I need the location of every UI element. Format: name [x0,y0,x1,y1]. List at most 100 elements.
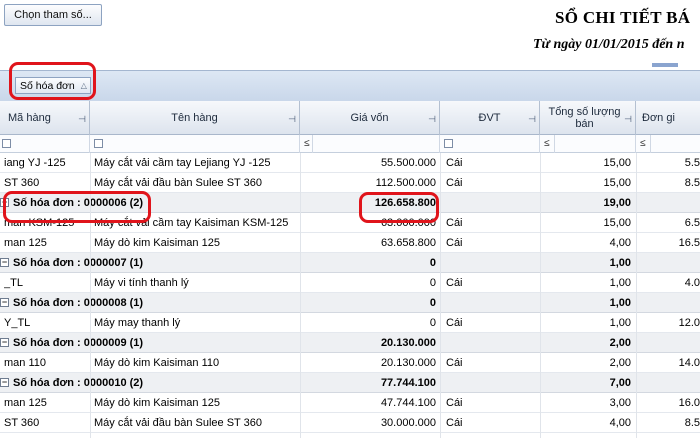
cell-gia-von: 47.744.100 [380,397,436,409]
column-header-tong-so-luong-ban[interactable]: Tổng số lượng bán ⊣ [540,101,636,135]
cell-ma-hang: ST 360 [4,177,40,189]
table-row[interactable]: man 125 Máy dò kim Kaisiman 125 63.658.8… [0,233,700,253]
filter-cell-gia-von[interactable]: ≤ [300,135,440,153]
group-total-so-luong: 1,00 [609,257,631,269]
cell-so-luong: 1,00 [609,277,631,289]
cell-ma-hang: ST 360 [4,417,40,429]
collapse-icon[interactable]: − [0,258,9,267]
cell-don-gia: 12.0 [678,317,700,329]
group-total-gia-von: 0 [429,257,436,269]
cell-dvt: Cái [446,217,463,229]
cell-gia-von: 55.500.000 [380,157,436,169]
group-row[interactable]: − Số hóa đơn : 0000008 (1) 0 1,00 [0,293,700,313]
cell-gia-von: 30.000.000 [380,417,436,429]
collapse-icon[interactable]: − [0,298,9,307]
cell-ma-hang: Y_TL [4,317,31,329]
group-total-gia-von: 77.744.100 [380,377,436,389]
column-header-label: Giá vốn [350,112,389,124]
column-header-gia-von[interactable]: Giá vốn ⊣ [300,101,440,135]
cell-gia-von: 0 [429,317,436,329]
collapse-icon[interactable]: − [0,378,9,387]
column-header-label: Tổng số lượng bán [548,106,621,130]
cell-don-gia: 8.5 [684,417,700,429]
cell-dvt: Cái [446,317,463,329]
cell-ma-hang: man 125 [4,237,47,249]
filter-operator[interactable]: ≤ [544,138,550,149]
cell-gia-von: 0 [429,277,436,289]
cell-ten-hang: Máy dò kim Kaisiman 110 [94,357,220,369]
group-by-panel [0,70,700,101]
group-label: Số hóa đơn : 0000006 (2) [13,197,144,209]
choose-params-button[interactable]: Chọn tham số... [4,4,102,26]
cell-don-gia: 8.5 [684,177,700,189]
group-label: Số hóa đơn : 0000008 (1) [13,297,144,309]
cell-gia-von: 20.130.000 [380,357,436,369]
table-row[interactable]: iang YJ -125 Máy cắt vải cầm tay Lejiang… [0,153,700,173]
group-label: Số hóa đơn : 0000010 (2) [13,377,144,389]
cell-so-luong: 3,00 [609,397,631,409]
filter-cell-ten-hang[interactable] [90,135,300,153]
cell-don-gia: 5.5 [684,157,700,169]
cell-gia-von: 63.658.800 [380,237,436,249]
column-header-dvt[interactable]: ĐVT ⊣ [440,101,540,135]
column-header-label: Đơn gi [642,112,675,124]
pin-icon[interactable]: ⊣ [624,113,632,125]
table-row[interactable]: ST 360 Máy cắt vải đầu bàn Sulee ST 360 … [0,173,700,193]
filter-edit-icon[interactable] [2,139,11,148]
cell-dvt: Cái [446,397,463,409]
group-total-gia-von: 20.130.000 [380,337,436,349]
group-row[interactable]: − Số hóa đơn : 0000010 (2) 77.744.100 7,… [0,373,700,393]
pin-icon[interactable]: ⊣ [428,113,436,125]
cell-dvt: Cái [446,277,463,289]
pin-icon[interactable]: ⊣ [288,113,296,125]
column-header-label: Mã hàng [8,112,51,124]
table-row[interactable]: man KSM-125 Máy cắt vải cầm tay Kaisiman… [0,213,700,233]
group-by-chip-invoice-number[interactable]: Số hóa đơn △ [15,77,91,94]
cell-gia-von: 63.000.000 [380,217,436,229]
group-total-so-luong: 7,00 [609,377,631,389]
table-row[interactable]: ST 360 Máy cắt vải đầu bàn Sulee ST 360 … [0,413,700,433]
horizontal-scroll-thumb[interactable] [652,63,678,67]
cell-don-gia: 16.0 [678,397,700,409]
table-row[interactable]: Y_TL Máy may thanh lý 0 Cái 1,00 12.0 [0,313,700,333]
cell-ten-hang: Máy cắt vải cầm tay Kaisiman KSM-125 [94,217,289,229]
cell-don-gia: 16.5 [678,237,700,249]
group-row[interactable]: − Số hóa đơn : 0000009 (1) 20.130.000 2,… [0,333,700,353]
filter-cell-dvt[interactable] [440,135,540,153]
table-row[interactable]: man 110 Máy dò kim Kaisiman 110 20.130.0… [0,353,700,373]
cell-ma-hang: man 125 [4,397,47,409]
cell-so-luong: 4,00 [609,237,631,249]
filter-operator[interactable]: ≤ [640,138,646,149]
group-row[interactable]: − Số hóa đơn : 0000007 (1) 0 1,00 [0,253,700,273]
collapse-icon[interactable]: − [0,338,9,347]
column-header-label: Tên hàng [171,112,218,124]
sort-ascending-icon: △ [80,81,87,90]
pin-icon[interactable]: ⊣ [78,113,86,125]
table-row[interactable]: _TL Máy vi tính thanh lý 0 Cái 1,00 4.0 [0,273,700,293]
filter-checkbox[interactable] [444,139,453,148]
column-header-don-gia[interactable]: Đơn gi [636,101,700,135]
cell-ten-hang: Máy cắt vải đầu bàn Sulee ST 360 [94,417,262,429]
filter-cell-ma-hang[interactable] [0,135,90,153]
group-total-so-luong: 1,00 [609,297,631,309]
grid-header-row: Mã hàng ⊣ Tên hàng ⊣ Giá vốn ⊣ ĐVT ⊣ Tổn… [0,101,700,135]
pin-icon[interactable]: ⊣ [528,113,536,125]
filter-cell-so-luong[interactable]: ≤ [540,135,636,153]
cell-dvt: Cái [446,157,463,169]
filter-checkbox[interactable] [94,139,103,148]
cell-dvt: Cái [446,237,463,249]
column-header-label: ĐVT [478,112,501,124]
filter-operator[interactable]: ≤ [304,138,310,149]
group-label: Số hóa đơn : 0000007 (1) [13,257,144,269]
collapse-icon[interactable]: − [0,198,9,207]
cell-ten-hang: Máy dò kim Kaisiman 125 [94,237,220,249]
group-by-chip-label: Số hóa đơn [20,79,75,92]
table-row[interactable]: man 125 Máy dò kim Kaisiman 125 47.744.1… [0,393,700,413]
cell-dvt: Cái [446,357,463,369]
cell-ten-hang: Máy may thanh lý [94,317,181,329]
filter-cell-don-gia[interactable]: ≤ [636,135,700,153]
group-row[interactable]: − Số hóa đơn : 0000006 (2) 126.658.800 1… [0,193,700,213]
column-header-ma-hang[interactable]: Mã hàng ⊣ [0,101,90,135]
column-header-ten-hang[interactable]: Tên hàng ⊣ [90,101,300,135]
cell-ten-hang: Máy cắt vải đầu bàn Sulee ST 360 [94,177,262,189]
